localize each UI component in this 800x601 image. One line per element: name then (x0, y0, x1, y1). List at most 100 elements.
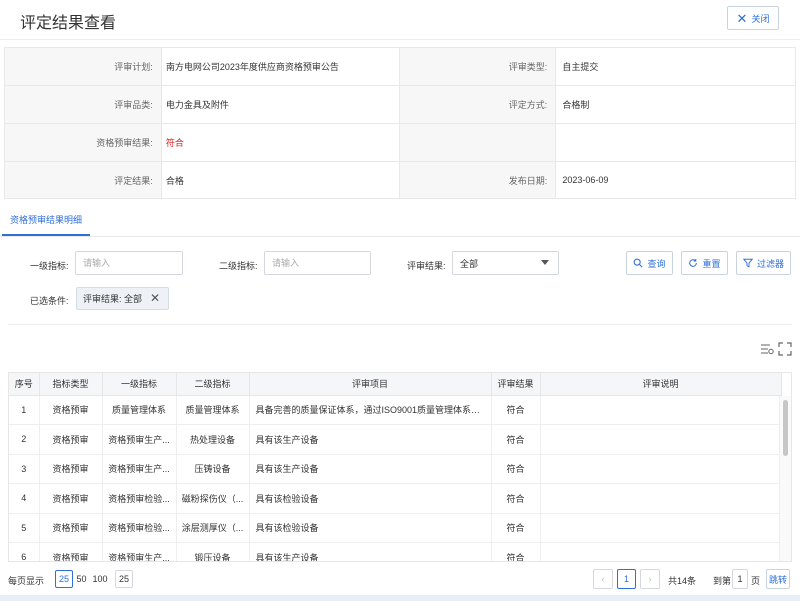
close-button[interactable]: ✕ 关闭 (727, 6, 779, 30)
cell-index: 2 (9, 424, 40, 455)
goto-page-input[interactable]: 1 (732, 569, 748, 589)
condition-chip-text: 评审结果: 全部 (83, 294, 143, 304)
cell-level2: 热处理设备 (176, 424, 250, 455)
scrollbar-thumb[interactable] (783, 400, 788, 456)
cell-result: 符合 (491, 424, 541, 455)
total-count: 共14条 (668, 576, 697, 586)
plan-value: 南方电网公司2023年度供应商资格预审公告 (161, 48, 400, 86)
close-icon: ✕ (736, 10, 748, 26)
page-1-button[interactable]: 1 (617, 569, 636, 589)
goto-label: 到第 (713, 576, 732, 586)
table-row[interactable]: 1 资格预审 质量管理体系 质量管理体系 具备完善的质量保证体系，通过ISO90… (9, 395, 782, 425)
caret-down-icon (541, 260, 549, 265)
result-filter-label: 评审结果: (407, 261, 446, 271)
table-row[interactable]: 6 资格预审 资格预审生产... 锻压设备 具有该生产设备 符合 (9, 542, 782, 561)
table-header-row: 序号 指标类型 一级指标 二级指标 评审项目 评审结果 评审说明 (9, 373, 782, 396)
result-view-page: 评定结果查看 ✕ 关闭 评审计划: 南方电网公司2023年度供应商资格预审公告 … (0, 0, 800, 601)
page-size-current[interactable]: 25 (115, 570, 133, 588)
table-row[interactable]: 5 资格预审 资格预审检验... 涂层测厚仪（... 具有该检验设备 符合 (9, 513, 782, 543)
cell-level2: 磁粉探伤仪（... (176, 483, 250, 514)
cell-result: 符合 (491, 483, 541, 514)
selected-conditions-label: 已选条件: (30, 296, 69, 306)
cell-remark (540, 454, 782, 484)
cell-item: 具备完善的质量保证体系，通过ISO9001质量管理体系认证... (249, 395, 492, 425)
per-page-label: 每页显示 (8, 576, 45, 586)
cell-item: 具有该检验设备 (249, 483, 492, 514)
cell-item: 具有该生产设备 (249, 542, 492, 561)
method-label: 评定方式: (399, 86, 557, 124)
cell-level2: 压铸设备 (176, 454, 250, 484)
date-label: 发布日期: (399, 162, 557, 199)
table-row[interactable]: 2 资格预审 资格预审生产... 热处理设备 具有该生产设备 符合 (9, 424, 782, 455)
col-header-type: 指标类型 (39, 373, 103, 396)
fullscreen-icon[interactable] (778, 342, 792, 356)
cell-type: 资格预审 (39, 454, 103, 484)
info-row: 评定结果: 合格 发布日期: 2023-06-09 (5, 162, 796, 199)
page-size-50[interactable]: 50 (73, 570, 90, 588)
cell-type: 资格预审 (39, 424, 103, 455)
filter-button[interactable]: 过滤器 (736, 251, 791, 275)
query-button[interactable]: 查询 (626, 251, 673, 275)
result-select[interactable]: 全部 (452, 251, 559, 275)
reset-button-label: 重置 (702, 258, 721, 269)
remove-chip-icon[interactable]: ✕ (150, 292, 160, 304)
cell-remark (540, 395, 782, 425)
jump-button[interactable]: 跳转 (766, 569, 790, 589)
prev-page-button[interactable]: ‹ (593, 569, 613, 589)
cell-type: 资格预审 (39, 542, 103, 561)
cell-type: 资格预审 (39, 483, 103, 514)
page-size-100[interactable]: 100 (90, 570, 110, 588)
tab-prequal-detail[interactable]: 资格预审结果明细 (2, 212, 91, 236)
cell-index: 3 (9, 454, 40, 484)
table-scrollbar[interactable] (779, 396, 791, 561)
cell-level1: 资格预审生产... (102, 454, 177, 484)
type-value: 自主提交 (556, 48, 796, 86)
prequal-value: 符合 (161, 124, 400, 162)
date-value: 2023-06-09 (556, 162, 796, 199)
cell-item: 具有该生产设备 (249, 454, 492, 484)
category-value: 电力金具及附件 (161, 86, 400, 124)
type-label: 评审类型: (399, 48, 557, 86)
col-header-level2: 二级指标 (176, 373, 250, 396)
cell-level2: 质量管理体系 (176, 395, 250, 425)
result-value: 合格 (161, 162, 400, 199)
table-row[interactable]: 3 资格预审 资格预审生产... 压铸设备 具有该生产设备 符合 (9, 454, 782, 484)
page-title: 评定结果查看 (20, 15, 117, 32)
query-button-label: 查询 (647, 258, 666, 269)
reset-button[interactable]: 重置 (681, 251, 728, 275)
cell-type: 资格预审 (39, 513, 103, 543)
plan-label: 评审计划: (5, 48, 162, 86)
level1-label: 一级指标: (30, 261, 69, 271)
cell-index: 4 (9, 483, 40, 514)
cell-remark (540, 542, 782, 561)
filter-divider (8, 324, 792, 325)
table-row[interactable]: 4 资格预审 资格预审检验... 磁粉探伤仪（... 具有该检验设备 符合 (9, 483, 782, 514)
col-header-level1: 一级指标 (102, 373, 177, 396)
empty-value-cell (556, 124, 796, 162)
cell-remark (540, 513, 782, 543)
cell-result: 符合 (491, 395, 541, 425)
level1-input[interactable] (75, 251, 183, 275)
cell-result: 符合 (491, 542, 541, 561)
level2-input[interactable] (264, 251, 371, 275)
cell-remark (540, 483, 782, 514)
cell-level1: 资格预审检验... (102, 483, 177, 514)
column-settings-icon[interactable] (760, 342, 774, 356)
search-icon (634, 258, 644, 268)
filter-button-label: 过滤器 (756, 258, 784, 269)
page-unit-label: 页 (751, 576, 761, 586)
condition-chip: 评审结果: 全部 ✕ (76, 287, 169, 310)
info-row: 资格预审结果: 符合 (5, 124, 796, 162)
page-size-25[interactable]: 25 (55, 570, 73, 588)
col-header-remark: 评审说明 (540, 373, 782, 396)
info-row: 评审计划: 南方电网公司2023年度供应商资格预审公告 评审类型: 自主提交 (5, 48, 796, 86)
level2-label: 二级指标: (219, 261, 258, 271)
result-table: 序号 指标类型 一级指标 二级指标 评审项目 评审结果 评审说明 1 资格预审 … (8, 372, 792, 562)
cell-index: 5 (9, 513, 40, 543)
next-page-button[interactable]: › (640, 569, 660, 589)
result-select-value: 全部 (460, 258, 479, 269)
cell-level2: 涂层测厚仪（... (176, 513, 250, 543)
tab-divider (0, 236, 800, 237)
col-header-result: 评审结果 (491, 373, 541, 396)
cell-type: 资格预审 (39, 395, 103, 425)
